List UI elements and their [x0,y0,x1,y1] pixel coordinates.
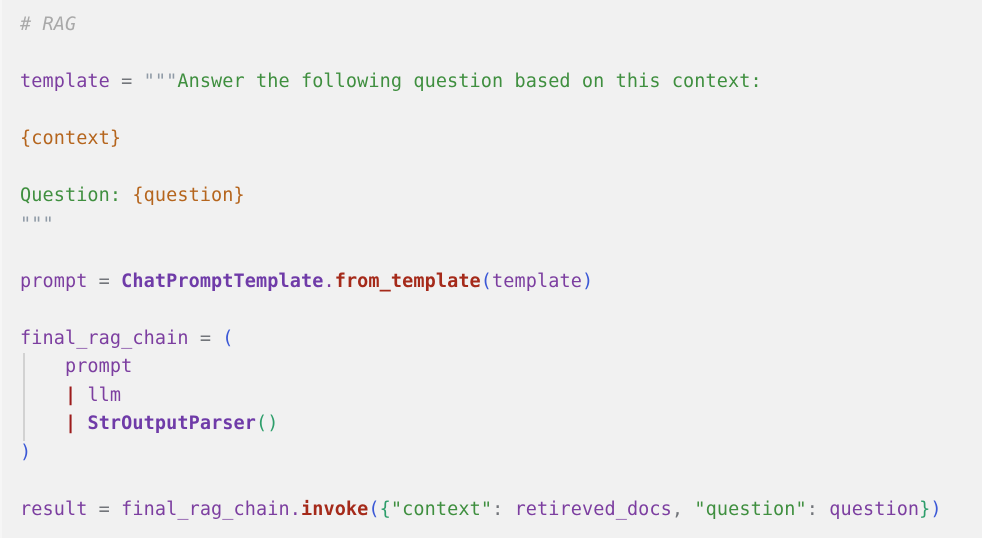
dict-value-question: question [829,498,920,520]
operator-equals: = [87,270,122,292]
paren-close: ) [930,498,942,520]
variable-prompt: prompt [20,270,88,292]
triple-quote-open: """ [143,71,178,92]
code-line-chain-close: ) [20,439,942,468]
paren-pair: () [256,413,279,434]
dict-key-question: "question" [694,498,807,520]
format-placeholder-question: {question} [132,185,245,206]
brace-open: { [379,498,391,520]
code-line-comment-rag: # RAG [20,11,942,40]
paren-close: ) [581,270,594,292]
format-placeholder-context: {context} [20,128,122,149]
punct-comma: , [671,498,695,520]
comment-token: # RAG [20,14,77,35]
variable-result: result [20,498,88,520]
code-line-prompt-assign: prompt = ChatPromptTemplate.from_templat… [20,268,942,297]
code-line-result-invoke: result = final_rag_chain.invoke({"contex… [20,496,942,525]
method-invoke: invoke [300,498,369,520]
variable-final-rag-chain: final_rag_chain [121,498,290,520]
class-stroutputparser: StrOutputParser [87,413,257,434]
paren-open: ( [222,327,234,349]
punct-dot: . [289,498,301,520]
code-line-question-placeholder: Question: {question} [20,182,942,211]
punct-dot: . [323,270,335,292]
triple-quote-close: """ [20,213,54,235]
operator-equals: = [188,327,223,349]
paren-open: ( [480,270,493,292]
operator-equals: = [87,498,122,520]
code-line-chain-parser: | StrOutputParser() [20,410,942,439]
pipe-operator: | [64,384,77,406]
paren-close: ) [20,441,32,463]
code-line-template-assign: template = """Answer the following quest… [20,68,942,97]
punct-colon: : [492,498,515,520]
dict-key-context: "context" [390,498,493,520]
paren-open: ( [368,498,380,520]
method-from-template: from_template [334,270,481,292]
dict-value-retrieved-docs: retireved_docs [514,498,672,520]
code-line-chain-llm: | llm [20,382,942,411]
operator-equals: = [109,71,144,92]
variable-final-rag-chain: final_rag_chain [20,327,189,349]
code-line-chain-assign: final_rag_chain = ( [20,325,942,354]
chain-step-llm: llm [76,384,122,406]
code-line-triple-quote-close: """ [20,211,942,240]
argument-template: template [492,270,582,292]
code-lines-container: # RAG template = """Answer the following… [2,0,942,524]
string-question-label: Question: [20,185,133,206]
code-line-chain-prompt: prompt [20,353,942,382]
chain-step-prompt: prompt [64,356,133,377]
brace-close: } [919,498,931,520]
class-chatprompttemplate: ChatPromptTemplate [121,270,324,292]
code-line-context-placeholder: {context} [20,125,942,154]
pipe-operator: | [64,413,77,434]
code-editor-pane[interactable]: # RAG template = """Answer the following… [0,0,982,538]
variable-template: template [20,71,110,92]
punct-colon: : [806,498,830,520]
string-answer-prompt: Answer the following question based on t… [177,71,762,92]
